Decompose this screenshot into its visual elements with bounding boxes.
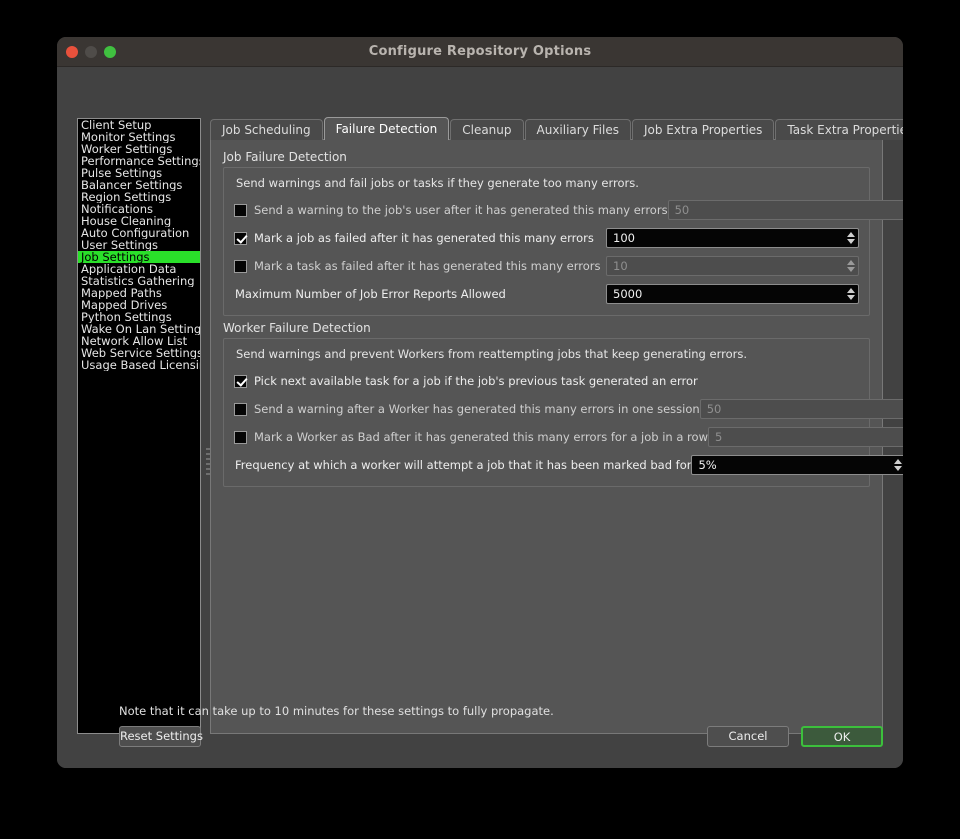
spinner-buttons[interactable] <box>845 229 858 247</box>
sidebar-item[interactable]: Usage Based Licensing <box>78 359 200 371</box>
sidebar-item[interactable]: Job Settings <box>78 251 200 263</box>
spinner-value[interactable]: 100 <box>607 229 845 247</box>
window-titlebar: Configure Repository Options <box>57 37 903 67</box>
spinner-up-icon[interactable] <box>847 288 855 293</box>
setting-label: Mark a Worker as Bad after it has genera… <box>254 430 708 444</box>
tab-panel-failure-detection: Job Failure Detection Send warnings and … <box>210 139 903 734</box>
sidebar-item[interactable]: Client Setup <box>78 119 200 131</box>
sidebar-item[interactable]: Worker Settings <box>78 143 200 155</box>
cancel-button[interactable]: Cancel <box>707 726 789 747</box>
setting-label: Send a warning after a Worker has genera… <box>254 402 700 416</box>
spinner-buttons[interactable] <box>845 257 858 275</box>
setting-row: Mark a task as failed after it has gener… <box>234 255 859 277</box>
setting-row: Send a warning after a Worker has genera… <box>234 398 903 420</box>
spinner-value[interactable]: 50 <box>669 201 903 219</box>
number-spinner[interactable]: 5% <box>691 455 903 475</box>
checkbox-unchecked-icon[interactable] <box>234 203 247 217</box>
setting-row: Frequency at which a worker will attempt… <box>234 454 903 476</box>
sidebar-item[interactable]: Statistics Gathering <box>78 275 200 287</box>
sidebar-item[interactable]: Application Data <box>78 263 200 275</box>
checkbox-unchecked-icon[interactable] <box>234 402 247 416</box>
sidebar-item[interactable]: Python Settings <box>78 311 200 323</box>
spinner-up-icon[interactable] <box>847 232 855 237</box>
setting-label: Maximum Number of Job Error Reports Allo… <box>235 287 506 301</box>
sidebar-item[interactable]: Monitor Settings <box>78 131 200 143</box>
spinner-buttons[interactable] <box>845 285 858 303</box>
job-failure-detection-title: Job Failure Detection <box>223 150 347 164</box>
checkbox-unchecked-icon[interactable] <box>234 259 247 273</box>
spinner-buttons[interactable] <box>892 456 903 474</box>
spinner-value[interactable]: 10 <box>607 257 845 275</box>
spinner-down-icon[interactable] <box>847 239 855 244</box>
number-spinner[interactable]: 10 <box>606 256 859 276</box>
sidebar-item[interactable]: Mapped Drives <box>78 299 200 311</box>
spinner-down-icon[interactable] <box>847 295 855 300</box>
spinner-value[interactable]: 50 <box>701 400 901 418</box>
sidebar-item[interactable]: Region Settings <box>78 191 200 203</box>
setting-row: Mark a Worker as Bad after it has genera… <box>234 426 903 448</box>
spinner-value[interactable]: 5% <box>692 456 892 474</box>
worker-failure-detection-box: Send warnings and prevent Workers from r… <box>223 338 903 487</box>
sidebar-item[interactable]: Web Service Settings <box>78 347 200 359</box>
setting-label: Mark a task as failed after it has gener… <box>254 259 601 273</box>
sidebar-item[interactable]: Network Allow List <box>78 335 200 347</box>
sidebar-item[interactable]: Pulse Settings <box>78 167 200 179</box>
number-spinner[interactable]: 5000 <box>606 284 859 304</box>
setting-row: Mark a job as failed after it has genera… <box>234 227 859 249</box>
sidebar-item[interactable]: User Settings <box>78 239 200 251</box>
tab-auxiliary-files[interactable]: Auxiliary Files <box>524 119 631 140</box>
job-failure-detection-box: Send warnings and fail jobs or tasks if … <box>223 167 903 316</box>
checkbox-checked-icon[interactable] <box>234 231 247 245</box>
settings-category-list[interactable]: Client Setup Monitor Settings Worker Setti… <box>77 118 201 734</box>
sidebar-item[interactable]: Auto Configuration <box>78 227 200 239</box>
propagation-note: Note that it can take up to 10 minutes f… <box>119 704 554 718</box>
checkbox-checked-icon[interactable] <box>234 374 247 388</box>
tab-task-extra-properties[interactable]: Task Extra Properties <box>775 119 903 140</box>
spinner-down-icon[interactable] <box>894 466 903 471</box>
number-spinner[interactable]: 5 <box>707 427 903 447</box>
job-failure-rows: Send a warning to the job's user after i… <box>234 199 903 305</box>
tab-job-scheduling[interactable]: Job Scheduling <box>210 119 323 140</box>
tab-failure-detection[interactable]: Failure Detection <box>323 117 450 140</box>
sidebar-item[interactable]: Balancer Settings <box>78 179 200 191</box>
setting-label: Pick next available task for a job if th… <box>254 374 698 388</box>
worker-failure-detection-group: Worker Failure Detection Send warnings a… <box>223 321 903 487</box>
reset-settings-button[interactable]: Reset Settings <box>119 726 203 747</box>
spinner-up-icon[interactable] <box>847 260 855 265</box>
spinner-value[interactable]: 5000 <box>607 285 845 303</box>
spinner-down-icon[interactable] <box>847 267 855 272</box>
settings-content-area: Job Scheduling Failure Detection Cleanup Au… <box>210 117 903 734</box>
sidebar-item[interactable]: Notifications <box>78 203 200 215</box>
window-title: Configure Repository Options <box>368 44 592 59</box>
number-spinner[interactable]: 50 <box>699 399 903 419</box>
number-spinner[interactable]: 100 <box>606 228 859 248</box>
setting-label: Send a warning to the job's user after i… <box>254 203 668 217</box>
spinner-buttons[interactable] <box>901 400 903 418</box>
worker-failure-detection-description: Send warnings and prevent Workers from r… <box>236 347 748 361</box>
worker-failure-detection-title: Worker Failure Detection <box>223 321 371 335</box>
dialog-footer: Note that it can take up to 10 minutes f… <box>57 704 903 768</box>
sidebar-item[interactable]: House Cleaning <box>78 215 200 227</box>
setting-label: Mark a job as failed after it has genera… <box>254 231 594 245</box>
job-failure-detection-description: Send warnings and fail jobs or tasks if … <box>236 176 639 190</box>
ok-button[interactable]: OK <box>801 726 883 747</box>
job-failure-detection-group: Job Failure Detection Send warnings and … <box>223 150 903 316</box>
window-body: Client Setup Monitor Settings Worker Setti… <box>57 68 903 768</box>
tab-cleanup[interactable]: Cleanup <box>450 119 524 140</box>
checkbox-unchecked-icon[interactable] <box>234 430 247 444</box>
setting-row: Maximum Number of Job Error Reports Allo… <box>234 283 859 305</box>
setting-label: Frequency at which a worker will attempt… <box>235 458 692 472</box>
spinner-up-icon[interactable] <box>894 459 903 464</box>
sidebar-item[interactable]: Mapped Paths <box>78 287 200 299</box>
sidebar-item[interactable]: Performance Settings <box>78 155 200 167</box>
number-spinner[interactable]: 50 <box>667 200 903 220</box>
setting-row: Send a warning to the job's user after i… <box>234 199 903 221</box>
configure-repository-options-window: Configure Repository Options Client Setu… <box>57 37 903 768</box>
tab-bar: Job Scheduling Failure Detection Cleanup Au… <box>210 117 903 140</box>
setting-row: Pick next available task for a job if th… <box>234 370 859 392</box>
sidebar-item[interactable]: Wake On Lan Settings <box>78 323 200 335</box>
spinner-value[interactable]: 5 <box>709 428 903 446</box>
worker-failure-rows: Pick next available task for a job if th… <box>234 370 903 476</box>
tab-job-extra-properties[interactable]: Job Extra Properties <box>631 119 775 140</box>
